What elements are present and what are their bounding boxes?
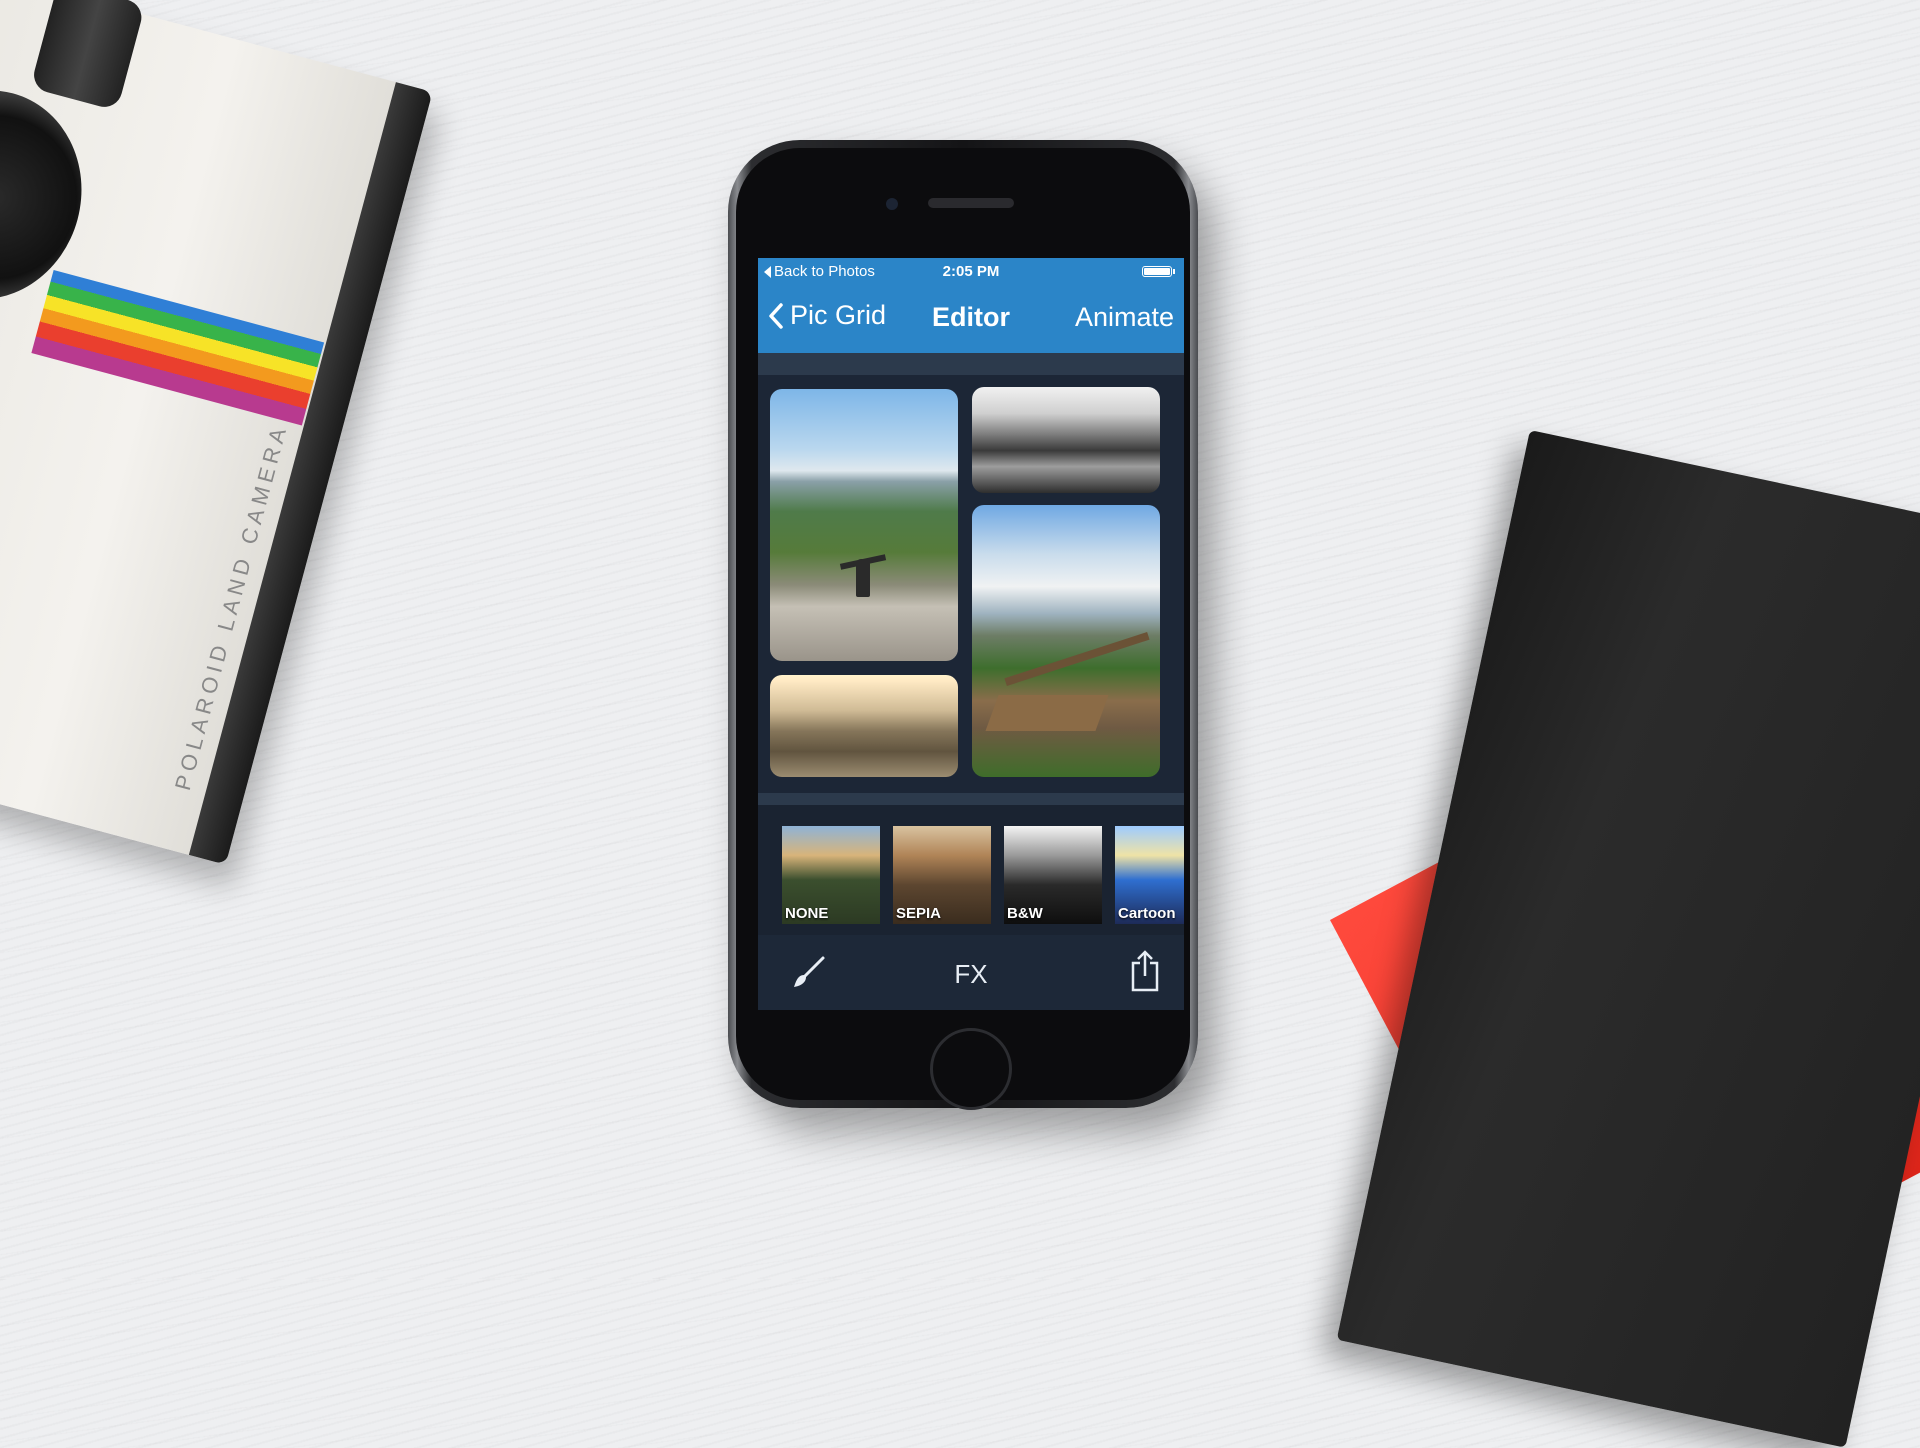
camera-edge bbox=[188, 82, 433, 865]
fx-button[interactable]: FX bbox=[758, 959, 1184, 990]
status-bar: Back to Photos 2:05 PM bbox=[758, 258, 1184, 284]
polaroid-camera: POLAROID LAND CAMERA bbox=[0, 0, 433, 865]
earpiece-speaker bbox=[928, 198, 1014, 208]
black-book bbox=[1336, 430, 1920, 1448]
grid-tile-wooden-bridge[interactable] bbox=[972, 505, 1160, 777]
grid-tile-resting-feet[interactable] bbox=[770, 675, 958, 777]
top-bar: Back to Photos 2:05 PM Pic Grid Editor A… bbox=[758, 258, 1184, 353]
filter-none-label: NONE bbox=[785, 905, 829, 922]
phone: Back to Photos 2:05 PM Pic Grid Editor A… bbox=[728, 140, 1198, 1110]
share-icon[interactable] bbox=[1128, 949, 1162, 993]
filter-sepia[interactable]: SEPIA bbox=[893, 826, 991, 924]
filter-sepia-label: SEPIA bbox=[896, 905, 942, 922]
grid-top-strip bbox=[758, 353, 1184, 375]
status-time: 2:05 PM bbox=[942, 263, 1000, 280]
filter-bw-label: B&W bbox=[1007, 905, 1043, 922]
grid-tile-mountain-hiker[interactable] bbox=[770, 389, 958, 661]
animate-button[interactable]: Animate bbox=[1075, 302, 1174, 333]
front-camera bbox=[886, 198, 898, 210]
rainbow-stripe bbox=[31, 269, 325, 426]
filter-cartoon-label: Cartoon bbox=[1118, 905, 1176, 922]
photo-grid bbox=[758, 353, 1184, 793]
battery-icon bbox=[1142, 266, 1175, 277]
grid-tile-mountain-valley[interactable] bbox=[972, 387, 1160, 493]
phone-front: Back to Photos 2:05 PM Pic Grid Editor A… bbox=[736, 148, 1190, 1110]
nav-bar: Pic Grid Editor Animate bbox=[758, 286, 1184, 350]
camera-knob bbox=[30, 0, 146, 111]
home-button[interactable] bbox=[930, 1028, 1012, 1110]
filter-strip: NONE SEPIA B&W Cartoon bbox=[758, 793, 1184, 935]
app-screen: Back to Photos 2:05 PM Pic Grid Editor A… bbox=[758, 258, 1184, 1010]
filter-cartoon[interactable]: Cartoon bbox=[1115, 826, 1184, 924]
filter-top-strip bbox=[758, 793, 1184, 805]
filter-bw[interactable]: B&W bbox=[1004, 826, 1102, 924]
bottom-toolbar: FX bbox=[758, 935, 1184, 1010]
filter-none[interactable]: NONE bbox=[782, 826, 880, 924]
